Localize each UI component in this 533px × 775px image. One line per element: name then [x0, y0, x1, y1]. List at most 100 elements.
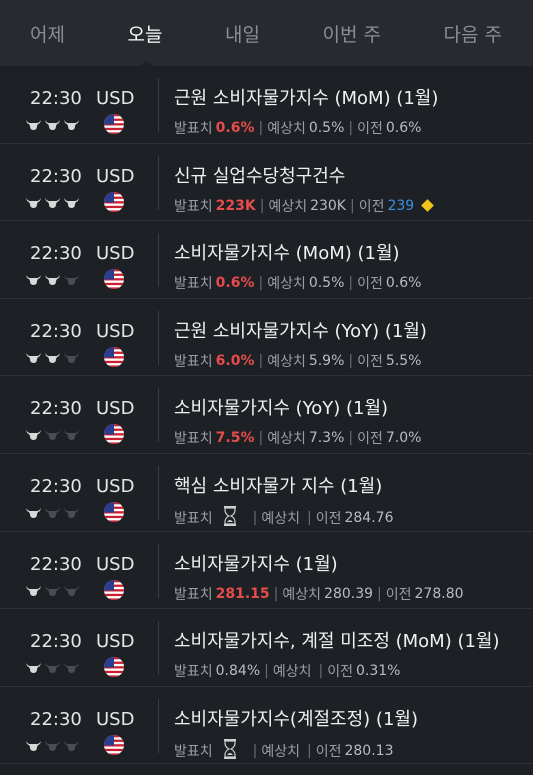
- forecast-label: 예상치: [261, 510, 300, 527]
- separator: |: [307, 509, 312, 526]
- event-values: 발표치 0.84% | 예상치 | 이전 0.31%: [174, 661, 400, 681]
- actual-label: 발표치: [174, 510, 213, 527]
- tab-this-week[interactable]: 이번 주: [323, 20, 381, 47]
- importance-rating: [25, 740, 80, 752]
- separator: |: [273, 585, 279, 602]
- event-row[interactable]: 22:30 USD 소비자물가지수 (MoM) (1월) 발표치 0.6% | 예상치 0.5…: [0, 221, 533, 299]
- bull-icon: [63, 740, 80, 752]
- event-currency: USD: [96, 631, 135, 653]
- us-flag-icon: [104, 424, 124, 445]
- pending-hourglass-icon: [213, 505, 249, 530]
- event-row[interactable]: 22:30 USD 소비자물가지수 (YoY) (1월) 발표치 7.5% | 예상치 7.3…: [0, 376, 533, 454]
- actual-label: 발표치: [174, 198, 213, 215]
- importance-rating: [25, 274, 80, 286]
- bull-icon: [44, 662, 61, 674]
- row-divider: [158, 543, 159, 598]
- us-flag-icon: [104, 114, 124, 134]
- event-title: 소비자물가지수 (YoY) (1월): [174, 398, 389, 420]
- forecast-label: 예상치: [261, 743, 300, 760]
- actual-label: 발표치: [174, 743, 213, 760]
- previous-label: 이전: [385, 586, 412, 603]
- pending-hourglass-icon: [213, 738, 249, 763]
- event-title: 소비자물가지수(계절조정) (1월): [174, 708, 418, 730]
- event-title: 근원 소비자물가지수 (MoM) (1월): [174, 88, 439, 109]
- event-row[interactable]: 22:30 USD 신규 실업수당청구건수 발표치 223K | 예상치 230K | 이전 239: [0, 144, 533, 222]
- event-currency: USD: [96, 88, 135, 109]
- forecast-value: 5.9%: [308, 352, 345, 369]
- forecast-value: 7.3%: [308, 430, 345, 447]
- bull-icon: [25, 352, 42, 364]
- previous-label: 이전: [315, 743, 342, 760]
- event-values: 발표치 6.0% | 예상치 5.9% | 이전 5.5%: [174, 351, 421, 371]
- bull-icon: [44, 197, 61, 209]
- event-row[interactable]: 22:30 USD 소비자물가지수, 계절 미조정 (MoM) (1월) 발표치 0.8…: [0, 609, 533, 687]
- us-flag-icon: [104, 346, 124, 367]
- bull-icon: [63, 274, 80, 286]
- actual-label: 발표치: [174, 586, 213, 603]
- event-time: 22:30: [30, 475, 82, 497]
- row-divider: [158, 155, 159, 210]
- previous-label: 이전: [357, 431, 383, 448]
- event-row[interactable]: 22:30 USD 소비자물가지수 (1월) 발표치 281.15 | 예상치 280.39 |…: [0, 532, 533, 610]
- importance-rating: [25, 507, 80, 519]
- actual-value: 223K: [215, 197, 256, 214]
- event-time: 22:30: [30, 631, 82, 653]
- bull-icon: [25, 585, 42, 597]
- forecast-label: 예상치: [267, 431, 306, 448]
- actual-value: 0.84%: [215, 663, 261, 680]
- previous-value: 0.6%: [385, 275, 422, 292]
- separator: |: [377, 585, 382, 602]
- event-title: 소비자물가지수 (1월): [174, 553, 338, 575]
- event-currency: USD: [96, 398, 135, 420]
- event-row[interactable]: 22:30 USD 근원 소비자물가지수 (MoM) (1월) 발표치 0.6% | 예상치…: [0, 66, 533, 144]
- tab-next-week[interactable]: 다음 주: [444, 20, 502, 47]
- bull-icon: [44, 274, 61, 286]
- bull-icon: [25, 274, 42, 286]
- event-title: 소비자물가지수 (MoM) (1월): [174, 243, 400, 265]
- bull-icon: [44, 352, 61, 364]
- importance-rating: [25, 585, 80, 597]
- actual-value: 6.0%: [215, 352, 255, 369]
- forecast-label: 예상치: [267, 276, 306, 293]
- tab-yesterday[interactable]: 어제: [30, 20, 65, 47]
- event-time: 22:30: [30, 165, 82, 187]
- event-values: 발표치 0.6% | 예상치 0.5% | 이전 0.6%: [174, 118, 421, 138]
- previous-label: 이전: [357, 121, 383, 137]
- tab-tomorrow[interactable]: 내일: [225, 20, 260, 47]
- forecast-label: 예상치: [268, 198, 308, 215]
- bull-icon: [63, 507, 80, 519]
- forecast-value: 230K: [310, 197, 346, 214]
- bull-icon: [63, 197, 80, 209]
- event-values: 발표치 223K | 예상치 230K | 이전 239: [174, 196, 435, 216]
- forecast-value: 0.5%: [308, 275, 345, 292]
- importance-rating: [25, 662, 80, 674]
- importance-rating: [25, 352, 80, 364]
- us-flag-icon: [104, 501, 124, 522]
- bull-icon: [44, 507, 61, 519]
- actual-value: 0.6%: [215, 275, 255, 292]
- event-row[interactable]: 22:30 USD 근원 소비자물가지수 (YoY) (1월) 발표치 6.0% | 예상치…: [0, 299, 533, 377]
- tab-today[interactable]: 오늘: [128, 20, 163, 47]
- event-values: 발표치 | 예상치 | 이전 280.13: [174, 738, 394, 763]
- actual-label: 발표치: [174, 353, 213, 370]
- row-divider: [158, 233, 159, 288]
- event-title: 신규 실업수당청구건수: [174, 165, 346, 187]
- event-row[interactable]: 22:30 USD 핵심 소비자물가 지수 (1월) 발표치 | 예상치 | 이전 284.76: [0, 454, 533, 532]
- separator: |: [259, 197, 265, 214]
- bull-icon: [25, 662, 42, 674]
- event-currency: USD: [96, 553, 135, 575]
- actual-label: 발표치: [174, 276, 213, 293]
- importance-rating: [25, 197, 80, 209]
- previous-value: 284.76: [344, 509, 394, 526]
- forecast-value: 280.39: [324, 585, 374, 602]
- event-title: 핵심 소비자물가 지수 (1월): [174, 475, 383, 497]
- bull-icon: [63, 429, 80, 441]
- previous-value: 280.13: [344, 742, 394, 759]
- bull-icon: [63, 662, 80, 674]
- previous-value: 0.6%: [385, 120, 422, 136]
- separator: |: [349, 197, 355, 214]
- event-row[interactable]: 22:30 USD 소비자물가지수(계절조정) (1월) 발표치 | 예상치 | 이전 280.…: [0, 687, 533, 765]
- separator: |: [258, 120, 264, 136]
- importance-rating: [25, 429, 80, 441]
- event-time: 22:30: [30, 88, 82, 109]
